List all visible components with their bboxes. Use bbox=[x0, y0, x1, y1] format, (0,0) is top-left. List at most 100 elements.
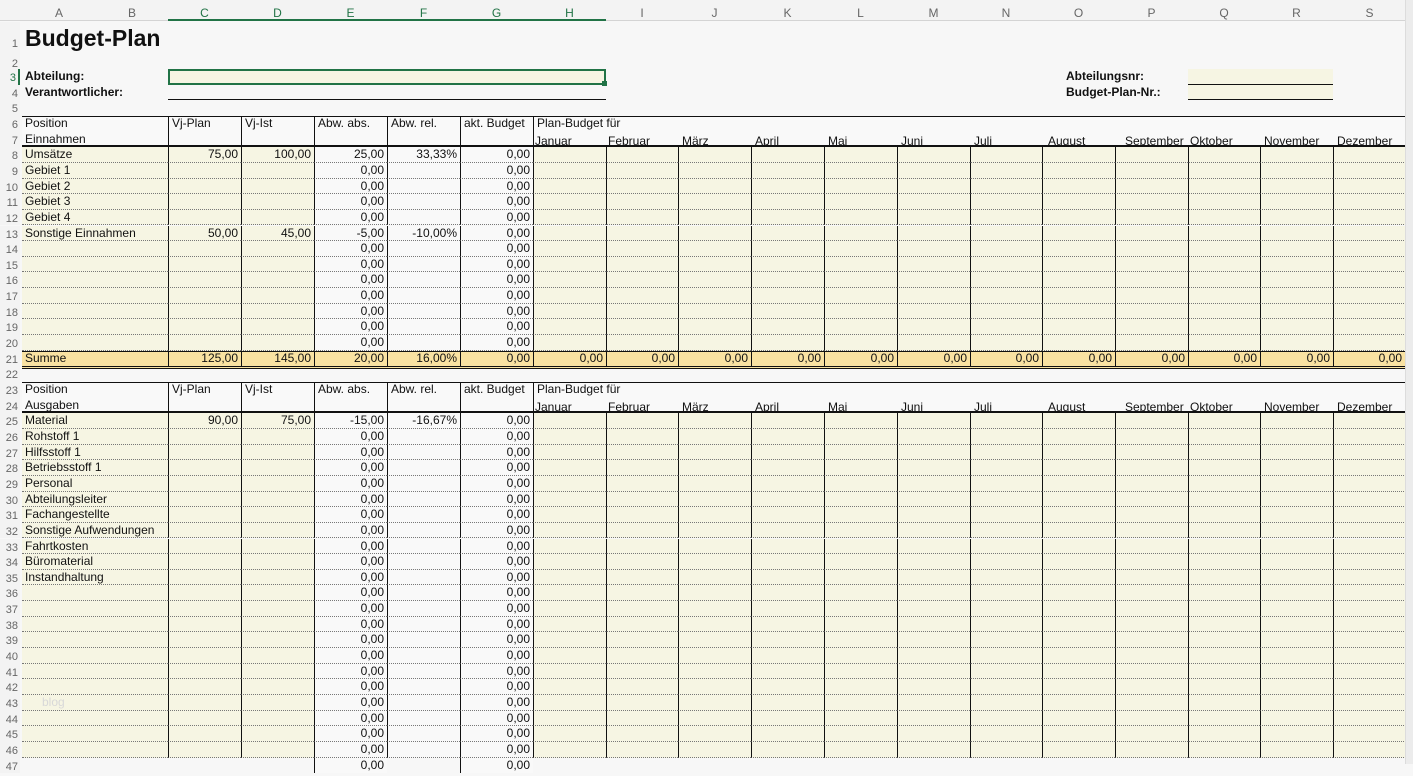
row-header-16[interactable]: 16 bbox=[0, 272, 20, 288]
select-all-corner[interactable] bbox=[0, 0, 22, 21]
income-plan-month-cell[interactable] bbox=[1188, 163, 1260, 179]
expenses-plan-month-cell[interactable] bbox=[1333, 554, 1406, 570]
expenses-plan-month-cell[interactable] bbox=[897, 617, 970, 633]
income-plan-month-cell[interactable] bbox=[1188, 304, 1260, 320]
expenses-vj-ist-cell[interactable] bbox=[241, 460, 314, 476]
income-plan-month-cell[interactable] bbox=[1333, 226, 1406, 242]
column-header-i[interactable]: I bbox=[606, 0, 678, 21]
expenses-plan-month-cell[interactable] bbox=[606, 617, 678, 633]
column-header-a[interactable]: A bbox=[22, 0, 96, 21]
expenses-plan-month-cell[interactable] bbox=[533, 648, 606, 664]
expenses-plan-month-cell[interactable] bbox=[1042, 492, 1115, 508]
expenses-plan-month-cell[interactable] bbox=[897, 476, 970, 492]
expenses-plan-month-cell[interactable] bbox=[824, 507, 897, 523]
income-plan-month-cell[interactable] bbox=[751, 210, 824, 226]
income-row-label[interactable] bbox=[22, 304, 168, 320]
expenses-plan-month-cell[interactable] bbox=[970, 617, 1042, 633]
row-header-20[interactable]: 20 bbox=[0, 335, 20, 351]
row-header-2[interactable]: 2 bbox=[0, 55, 20, 69]
expenses-plan-month-cell[interactable] bbox=[1115, 632, 1188, 648]
income-vj-ist-cell[interactable] bbox=[241, 319, 314, 335]
expenses-plan-month-cell[interactable] bbox=[897, 507, 970, 523]
expenses-plan-month-cell[interactable] bbox=[533, 476, 606, 492]
income-vj-ist-cell[interactable]: 45,00 bbox=[241, 226, 314, 242]
expenses-plan-month-cell[interactable] bbox=[678, 648, 751, 664]
expenses-plan-month-cell[interactable] bbox=[1333, 664, 1406, 680]
expenses-plan-month-cell[interactable] bbox=[1260, 711, 1333, 727]
expenses-plan-month-cell[interactable] bbox=[897, 460, 970, 476]
expenses-plan-month-cell[interactable] bbox=[606, 664, 678, 680]
expenses-plan-month-cell[interactable] bbox=[1260, 476, 1333, 492]
income-plan-month-cell[interactable] bbox=[1115, 147, 1188, 163]
income-plan-month-cell[interactable] bbox=[1115, 226, 1188, 242]
expenses-plan-month-cell[interactable] bbox=[1188, 695, 1260, 711]
column-header-s[interactable]: S bbox=[1333, 0, 1406, 21]
expenses-vj-plan-cell[interactable] bbox=[168, 601, 241, 617]
expenses-plan-month-cell[interactable] bbox=[824, 617, 897, 633]
expenses-row-label[interactable]: Personal bbox=[22, 476, 168, 492]
row-header-26[interactable]: 26 bbox=[0, 429, 20, 445]
expenses-vj-plan-cell[interactable] bbox=[168, 507, 241, 523]
income-plan-month-cell[interactable] bbox=[1260, 194, 1333, 210]
expenses-plan-month-cell[interactable] bbox=[1333, 429, 1406, 445]
income-plan-month-cell[interactable] bbox=[897, 288, 970, 304]
expenses-vj-plan-cell[interactable] bbox=[168, 617, 241, 633]
row-header-17[interactable]: 17 bbox=[0, 288, 20, 304]
income-plan-month-cell[interactable] bbox=[751, 304, 824, 320]
expenses-plan-month-cell[interactable] bbox=[751, 585, 824, 601]
expenses-vj-ist-cell[interactable] bbox=[241, 476, 314, 492]
expenses-plan-month-cell[interactable] bbox=[824, 570, 897, 586]
expenses-vj-ist-cell[interactable] bbox=[241, 539, 314, 555]
expenses-plan-month-cell[interactable] bbox=[678, 679, 751, 695]
income-plan-month-cell[interactable] bbox=[824, 304, 897, 320]
expenses-plan-month-cell[interactable] bbox=[1333, 460, 1406, 476]
expenses-row-label[interactable] bbox=[22, 726, 168, 742]
expenses-plan-month-cell[interactable] bbox=[1188, 507, 1260, 523]
expenses-plan-month-cell[interactable] bbox=[751, 492, 824, 508]
expenses-plan-month-cell[interactable] bbox=[1188, 679, 1260, 695]
row-header-14[interactable]: 14 bbox=[0, 241, 20, 257]
expenses-plan-month-cell[interactable] bbox=[533, 585, 606, 601]
expenses-plan-month-cell[interactable] bbox=[678, 445, 751, 461]
expenses-plan-month-cell[interactable] bbox=[824, 523, 897, 539]
income-vj-plan-cell[interactable] bbox=[168, 288, 241, 304]
expenses-plan-month-cell[interactable] bbox=[533, 507, 606, 523]
expenses-plan-month-cell[interactable] bbox=[1260, 648, 1333, 664]
income-plan-month-cell[interactable] bbox=[678, 194, 751, 210]
expenses-plan-month-cell[interactable] bbox=[1260, 445, 1333, 461]
expenses-row-label[interactable]: Instandhaltung bbox=[22, 570, 168, 586]
column-header-o[interactable]: O bbox=[1042, 0, 1115, 21]
income-plan-month-cell[interactable] bbox=[1042, 335, 1115, 351]
income-plan-month-cell[interactable] bbox=[897, 210, 970, 226]
income-plan-month-cell[interactable] bbox=[1260, 335, 1333, 351]
row-header-21[interactable]: 21 bbox=[0, 351, 20, 367]
expenses-plan-month-cell[interactable] bbox=[1188, 711, 1260, 727]
row-header-5[interactable]: 5 bbox=[0, 100, 20, 116]
income-row-label[interactable]: Umsätze bbox=[22, 147, 168, 163]
expenses-plan-month-cell[interactable] bbox=[678, 664, 751, 680]
row-header-41[interactable]: 41 bbox=[0, 664, 20, 680]
expenses-plan-month-cell[interactable] bbox=[970, 476, 1042, 492]
row-header-40[interactable]: 40 bbox=[0, 648, 20, 664]
income-plan-month-cell[interactable] bbox=[897, 304, 970, 320]
expenses-plan-month-cell[interactable] bbox=[678, 585, 751, 601]
income-plan-month-cell[interactable] bbox=[1115, 163, 1188, 179]
expenses-plan-month-cell[interactable] bbox=[897, 664, 970, 680]
income-plan-month-cell[interactable] bbox=[824, 226, 897, 242]
expenses-plan-month-cell[interactable] bbox=[897, 429, 970, 445]
expenses-plan-month-cell[interactable] bbox=[606, 523, 678, 539]
expenses-plan-month-cell[interactable] bbox=[1042, 648, 1115, 664]
income-plan-month-cell[interactable] bbox=[678, 210, 751, 226]
expenses-plan-month-cell[interactable] bbox=[533, 664, 606, 680]
expenses-plan-month-cell[interactable] bbox=[970, 460, 1042, 476]
expenses-plan-month-cell[interactable] bbox=[606, 413, 678, 429]
expenses-plan-month-cell[interactable] bbox=[970, 507, 1042, 523]
income-plan-month-cell[interactable] bbox=[1260, 163, 1333, 179]
expenses-plan-month-cell[interactable] bbox=[606, 460, 678, 476]
income-plan-month-cell[interactable] bbox=[824, 194, 897, 210]
expenses-plan-month-cell[interactable] bbox=[751, 664, 824, 680]
income-plan-month-cell[interactable] bbox=[1042, 163, 1115, 179]
expenses-vj-ist-cell[interactable] bbox=[241, 726, 314, 742]
expenses-plan-month-cell[interactable] bbox=[1042, 539, 1115, 555]
income-plan-month-cell[interactable] bbox=[1333, 147, 1406, 163]
